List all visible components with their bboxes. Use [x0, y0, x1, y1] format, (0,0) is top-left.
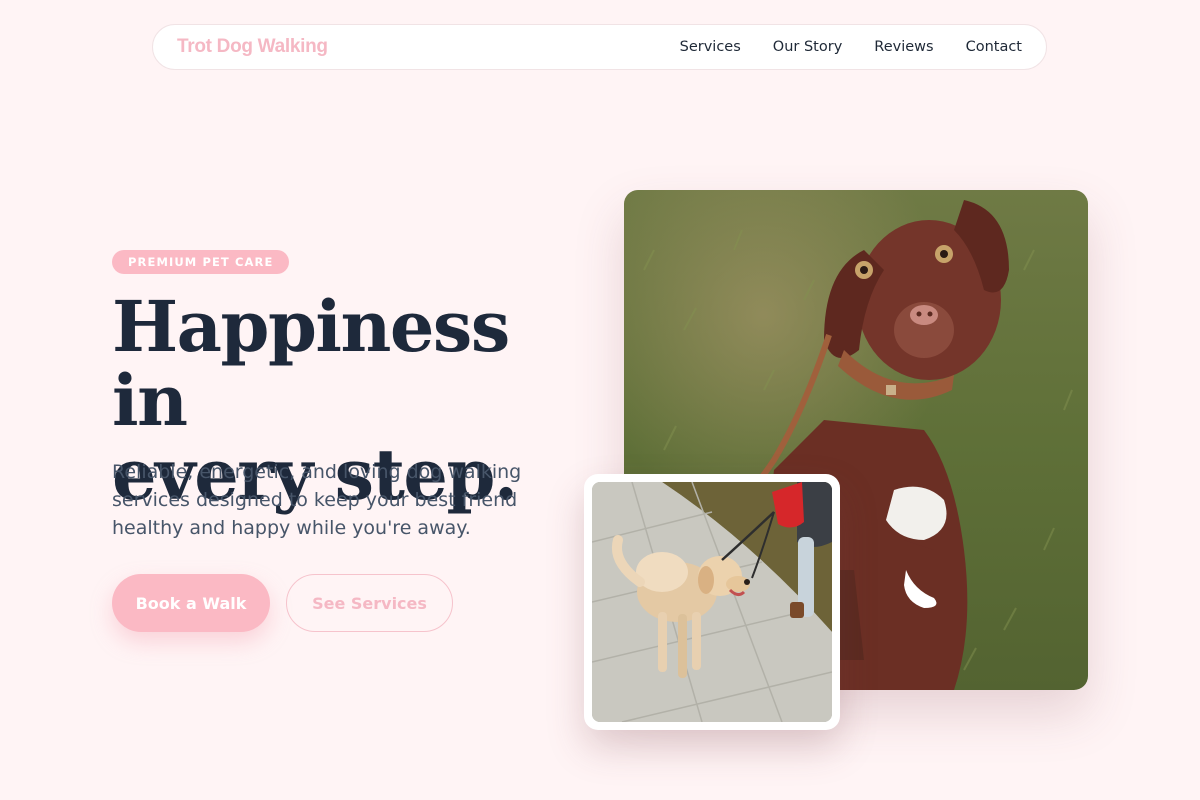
nav-links: Services Our Story Reviews Contact: [680, 39, 1022, 55]
book-a-walk-button[interactable]: Book a Walk: [112, 574, 270, 632]
page: Trot Dog Walking Services Our Story Revi…: [0, 0, 1200, 800]
hero-badge: PREMIUM PET CARE: [112, 250, 290, 274]
hero-subtitle: Reliable, energetic, and loving dog walk…: [112, 461, 522, 539]
golden-retriever-photo: [592, 482, 832, 722]
nav-link-contact[interactable]: Contact: [966, 39, 1022, 55]
brand-logo[interactable]: Trot Dog Walking: [177, 36, 328, 58]
top-nav: Trot Dog Walking Services Our Story Revi…: [152, 24, 1047, 70]
see-services-button[interactable]: See Services: [286, 574, 453, 632]
nav-link-services[interactable]: Services: [680, 39, 741, 55]
nav-link-reviews[interactable]: Reviews: [874, 39, 933, 55]
nav-link-our-story[interactable]: Our Story: [773, 39, 842, 55]
small-photo-frame: [584, 474, 840, 730]
golden-retriever-image: [592, 482, 832, 722]
hero-title-line-1: Happiness in: [112, 285, 510, 442]
